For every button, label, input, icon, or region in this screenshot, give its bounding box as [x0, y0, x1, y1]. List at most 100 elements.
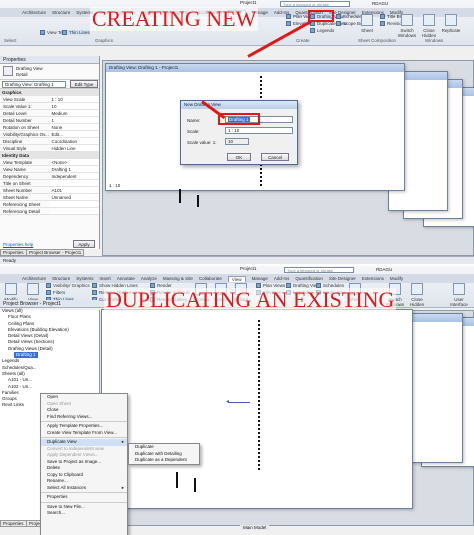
tab-architecture[interactable]: Architecture	[22, 276, 46, 281]
tab-extensions[interactable]: Extensions	[362, 276, 384, 281]
replicate-button[interactable]: Replicate	[440, 14, 462, 33]
property-value[interactable]: Drafting 1	[49, 166, 99, 172]
tab-modify[interactable]: Modify	[390, 276, 403, 281]
context-menu-item[interactable]: Properties	[41, 494, 127, 501]
tab-addins[interactable]: Add-Ins	[274, 276, 290, 281]
property-row[interactable]: Rotation on Sheet None	[0, 124, 99, 131]
property-row[interactable]: Referencing Sheet	[0, 201, 99, 208]
edit-type-button[interactable]: Edit Type	[70, 80, 98, 88]
tab-quantification[interactable]: Quantification	[295, 276, 323, 281]
tab-architecture[interactable]: Architecture	[22, 10, 46, 15]
property-value[interactable]: Hidden Line	[49, 145, 99, 151]
property-value[interactable]	[49, 180, 99, 186]
context-menu-item[interactable]: Find Referring Views...	[41, 414, 127, 421]
property-row[interactable]: Referencing Detail	[0, 208, 99, 215]
tab-manage[interactable]: Manage	[252, 276, 268, 281]
property-row[interactable]: Scale Value 1: 10	[0, 103, 99, 110]
property-row[interactable]: Dependency Independent	[0, 173, 99, 180]
tab-structure[interactable]: Structure	[52, 10, 70, 15]
property-value[interactable]	[49, 208, 99, 214]
context-menu-item[interactable]: Select All Instances ▸	[41, 485, 127, 492]
tab-analyze[interactable]: Analyze	[141, 276, 157, 281]
tree-item-label: Drafting Views (Detail)	[8, 345, 53, 351]
property-value[interactable]: <None>	[49, 159, 99, 165]
menu-separator	[41, 501, 127, 503]
group-sheet-label: Sheet Composition	[358, 38, 397, 43]
tab-site-designer[interactable]: Site Designer	[329, 276, 356, 281]
user-interface-button[interactable]: User Interface	[448, 283, 470, 307]
property-value[interactable]: Medium	[49, 110, 99, 116]
type-selector[interactable]: Drafting View Detail	[0, 64, 99, 80]
search-input-bottom[interactable]: Type a keyword or phrase	[284, 267, 354, 273]
drafting-view-window[interactable]: ◂	[101, 309, 413, 509]
tab-insert[interactable]: Insert	[100, 276, 111, 281]
property-row[interactable]: Visual Style Hidden Line	[0, 145, 99, 152]
menu-separator	[41, 437, 127, 438]
property-row[interactable]: View Name Drafting 1	[0, 166, 99, 173]
properties-help-link[interactable]: Properties help	[3, 242, 33, 247]
tab-properties[interactable]: Properties	[0, 520, 27, 527]
search-input[interactable]: Type a keyword or phrase	[280, 1, 350, 7]
cancel-button[interactable]: Cancel	[261, 153, 289, 161]
legends-button[interactable]: Legends	[310, 28, 334, 34]
property-group-header[interactable]: Graphics	[0, 89, 99, 96]
drafting-view-highlight	[308, 10, 334, 22]
context-menu-item[interactable]: Search...	[41, 510, 127, 517]
property-row[interactable]: Visibility/Graphics Ov... Edit...	[0, 131, 99, 138]
tab-project-browser[interactable]: Project Browser - Project1	[26, 249, 85, 256]
tab-systems[interactable]: Systems	[76, 276, 93, 281]
tab-structure[interactable]: Structure	[52, 276, 70, 281]
switch-windows-button[interactable]: Switch Windows	[396, 14, 418, 38]
tab-annotate[interactable]: Annotate	[117, 276, 135, 281]
apply-button[interactable]: Apply	[73, 240, 95, 248]
property-row[interactable]: Sheet Number A101	[0, 187, 99, 194]
scale-value-field[interactable]: 10	[225, 138, 249, 145]
sheet-button[interactable]: Sheet	[356, 14, 378, 33]
user-name[interactable]: RDAGU	[372, 1, 388, 6]
tab-collaborate[interactable]: Collaborate	[199, 276, 222, 281]
property-row[interactable]: Title on Sheet	[0, 180, 99, 187]
property-value[interactable]: 1 : 10	[49, 96, 99, 102]
property-row[interactable]: Discipline Coordination	[0, 138, 99, 145]
property-value[interactable]: A101	[49, 187, 99, 193]
sheet-icon	[361, 14, 373, 26]
close-hidden-icon	[411, 283, 423, 295]
thin-lines-button[interactable]: Thin Lines	[62, 30, 90, 36]
close-hidden-button[interactable]: Close Hidden	[418, 14, 440, 38]
property-value[interactable]: Edit...	[49, 131, 99, 137]
tab-properties[interactable]: Properties	[0, 249, 27, 256]
ok-button[interactable]: OK	[227, 153, 251, 161]
property-value[interactable]: Independent	[49, 173, 99, 179]
property-value[interactable]: 1	[49, 117, 99, 123]
property-row[interactable]: Detail Level Medium	[0, 110, 99, 117]
property-row[interactable]: Sheet Name Unnamed	[0, 194, 99, 201]
tree-item-label: Schedules/Qua...	[2, 364, 37, 370]
property-row[interactable]: View Scale 1 : 10	[0, 96, 99, 103]
context-menu-item-label: Search...	[47, 510, 66, 515]
visibility-graphics-button[interactable]: Visibility/ Graphics	[46, 283, 90, 289]
main-model-indicator[interactable]: Main Model	[240, 525, 270, 530]
view-scale-indicator[interactable]: 1 : 10	[109, 183, 120, 188]
tab-massing[interactable]: Massing & Site	[163, 276, 193, 281]
tab-view[interactable]: View	[227, 275, 246, 282]
property-value[interactable]: Coordination	[49, 138, 99, 144]
select-dropdown[interactable]: Select	[4, 38, 17, 43]
property-group-header[interactable]: Identity Data	[0, 152, 99, 159]
property-value[interactable]: Unnamed	[49, 194, 99, 200]
property-value[interactable]: 10	[49, 103, 99, 109]
context-menu-item-label: Open	[47, 394, 59, 399]
close-hidden-button[interactable]: Close Hidden	[406, 283, 428, 307]
property-row[interactable]: View Template <None>	[0, 159, 99, 166]
cursor-icon	[5, 283, 17, 295]
submenu-duplicate-as-dependent[interactable]: Duplicate as a Dependent	[129, 457, 199, 464]
scale-select[interactable]: 1 : 10	[225, 127, 293, 134]
arrow-line	[228, 402, 250, 403]
properties-palette: Properties Drafting View Detail Drafting…	[0, 56, 100, 249]
property-value[interactable]	[49, 201, 99, 207]
user-name-bottom[interactable]: RDAGU	[376, 267, 392, 272]
property-row[interactable]: Detail Number 1	[0, 117, 99, 124]
filters-button[interactable]: Filters	[46, 290, 65, 296]
property-value[interactable]: None	[49, 124, 99, 130]
context-menu-item[interactable]: Create View Template From View...	[41, 430, 127, 437]
instance-selector[interactable]: Drafting View: Drafting 1	[2, 81, 66, 88]
